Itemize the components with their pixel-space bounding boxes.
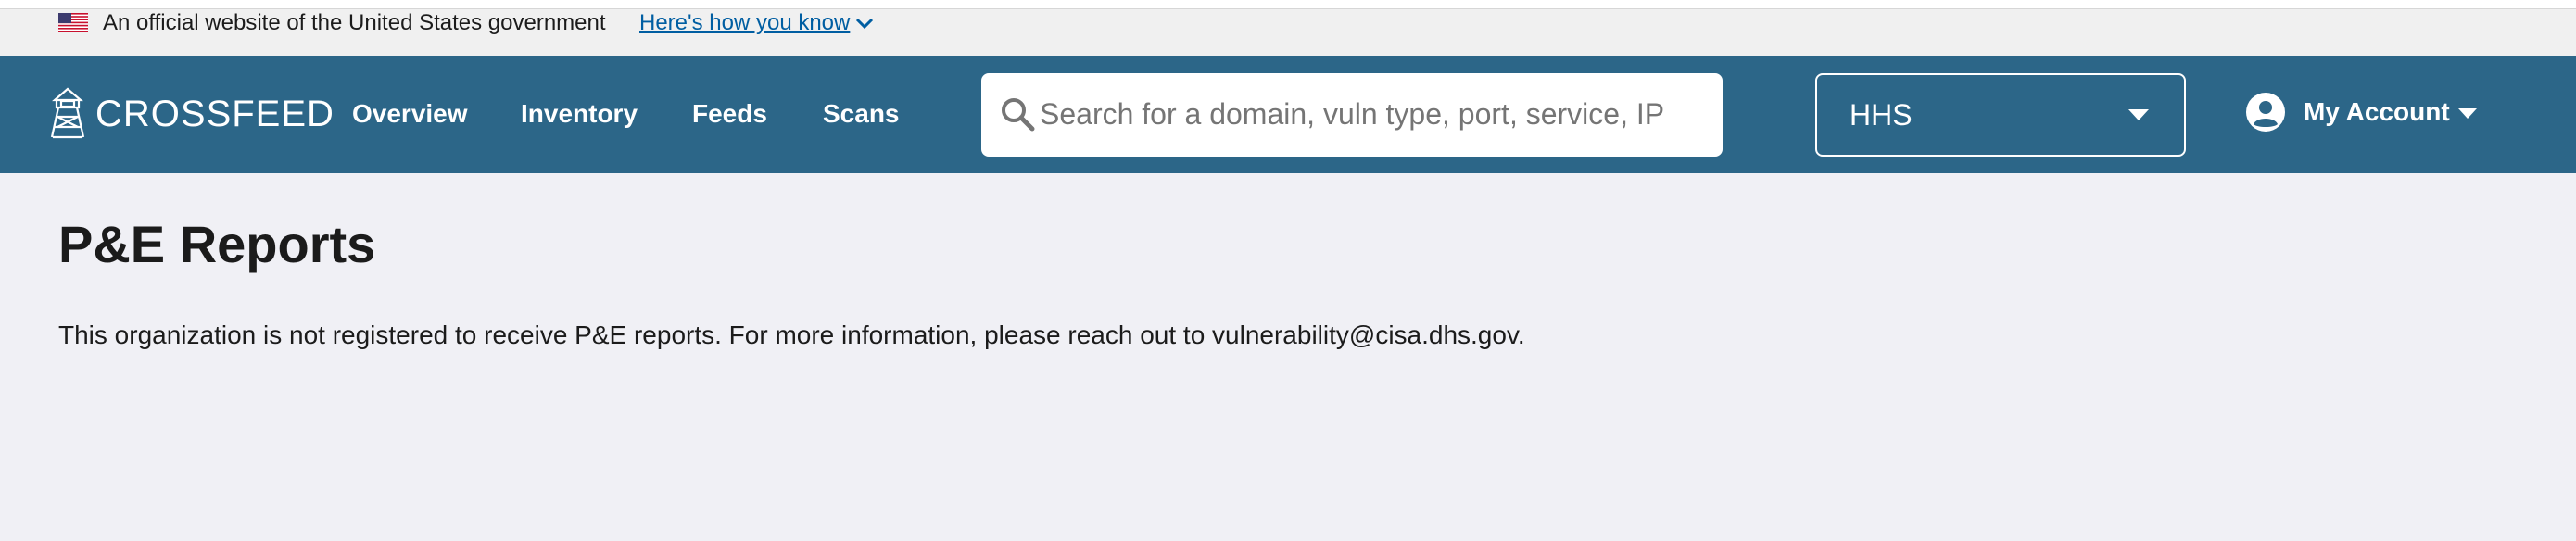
browser-top-edge bbox=[0, 0, 2576, 9]
caret-down-icon bbox=[2128, 109, 2149, 120]
my-account-label[interactable]: My Account bbox=[2304, 96, 2450, 128]
search-input[interactable] bbox=[1040, 93, 1707, 135]
us-flag-icon bbox=[58, 13, 88, 32]
page-title: P&E Reports bbox=[58, 215, 376, 273]
nav-feeds[interactable]: Feeds bbox=[692, 98, 767, 130]
nav-scans[interactable]: Scans bbox=[823, 98, 900, 130]
not-registered-message: This organization is not registered to r… bbox=[58, 321, 1525, 349]
nav-overview[interactable]: Overview bbox=[352, 98, 468, 130]
caret-down-icon[interactable] bbox=[2457, 107, 2478, 120]
organization-select-value: HHS bbox=[1850, 98, 1913, 132]
watchtower-logo-icon[interactable] bbox=[44, 87, 91, 139]
crossfeed-logo-text[interactable]: CROSSFEED bbox=[95, 93, 335, 135]
account-circle-icon[interactable] bbox=[2246, 93, 2285, 132]
chevron-down-icon[interactable] bbox=[854, 15, 875, 31]
nav-inventory[interactable]: Inventory bbox=[521, 98, 638, 130]
gov-banner-text: An official website of the United States… bbox=[103, 10, 606, 35]
heres-how-you-know-link[interactable]: Here's how you know bbox=[639, 11, 850, 35]
search-icon bbox=[1002, 98, 1035, 132]
